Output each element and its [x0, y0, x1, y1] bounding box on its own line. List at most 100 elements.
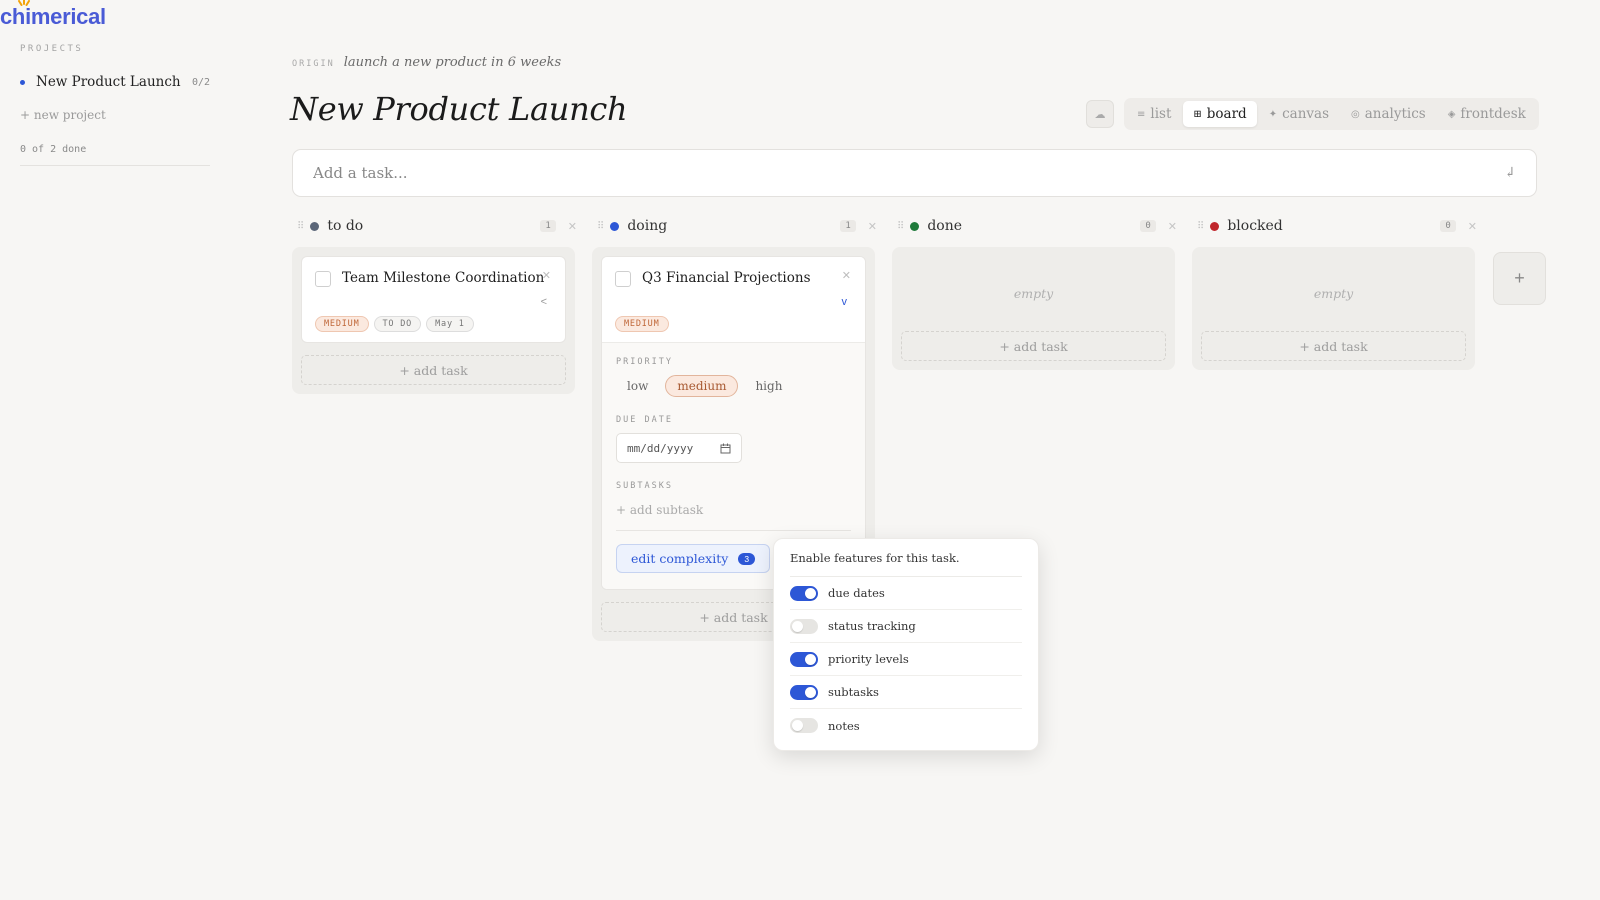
chevron-left-icon[interactable]: < [541, 296, 547, 308]
due-date-label: DUE DATE [616, 415, 673, 425]
feature-toggle-row[interactable]: priority levels [790, 643, 1022, 676]
task-card[interactable]: Team Milestone Coordination ✕ < MEDIUM T… [301, 256, 566, 343]
frontdesk-icon: ◈ [1447, 108, 1456, 120]
feature-toggle-row[interactable]: notes [790, 709, 1022, 742]
add-task-button[interactable]: + add task [1201, 331, 1466, 361]
tab-label: canvas [1282, 106, 1330, 122]
feature-toggle-row[interactable]: subtasks [790, 676, 1022, 709]
task-title[interactable]: Q3 Financial Projections [642, 270, 811, 286]
column-title[interactable]: doing [627, 218, 667, 234]
project-name: New Product Launch [36, 74, 181, 90]
tab-label: frontdesk [1460, 106, 1526, 122]
chevron-down-icon[interactable]: v [842, 296, 848, 308]
column-done: empty + add task [892, 247, 1175, 370]
drag-handle-icon[interactable]: ⠿ [897, 221, 904, 232]
toggle-label: notes [828, 718, 860, 733]
add-column-button[interactable]: + [1493, 252, 1546, 305]
task-checkbox[interactable] [315, 271, 331, 287]
empty-placeholder: empty [1313, 286, 1354, 301]
add-task-input[interactable] [313, 164, 1505, 182]
priority-option-low[interactable]: low [616, 376, 659, 396]
close-icon[interactable]: ✕ [842, 269, 851, 282]
column-header-todo: ⠿ to do 1 ✕ [297, 218, 577, 234]
page-title[interactable]: New Product Launch [290, 90, 628, 128]
new-project-button[interactable]: + new project [20, 108, 210, 122]
tab-label: analytics [1364, 106, 1426, 122]
view-tabs: ≡ list ⊞ board ✦ canvas ◎ analytics ◈ fr… [1124, 98, 1539, 130]
project-count: 0/2 [191, 76, 210, 88]
column-status-dot [1210, 221, 1220, 231]
priority-option-high[interactable]: high [744, 376, 793, 396]
feature-toggle-row[interactable]: due dates [790, 577, 1022, 610]
popover-title: Enable features for this task. [790, 551, 1022, 577]
column-count: 1 [840, 220, 856, 232]
priority-tag: MEDIUM [615, 316, 669, 332]
tab-list[interactable]: ≡ list [1127, 101, 1181, 127]
priority-label: PRIORITY [616, 357, 673, 367]
toggle-label: due dates [828, 586, 885, 600]
column-count: 1 [540, 220, 556, 232]
view-switcher: ☁ ≡ list ⊞ board ✦ canvas ◎ analytics ◈ … [1086, 98, 1539, 130]
origin-text[interactable]: launch a new product in 6 weeks [344, 55, 561, 70]
features-popover: Enable features for this task. due dates… [773, 538, 1039, 751]
toggle-switch[interactable] [790, 718, 818, 733]
column-title[interactable]: blocked [1227, 218, 1282, 234]
task-checkbox[interactable] [615, 271, 631, 287]
tab-analytics[interactable]: ◎ analytics [1341, 101, 1436, 127]
drag-handle-icon[interactable]: ⠿ [297, 221, 304, 232]
canvas-icon: ✦ [1268, 108, 1278, 120]
origin-line: ORIGIN launch a new product in 6 weeks [292, 55, 561, 70]
feature-toggle-row[interactable]: status tracking [790, 610, 1022, 643]
tab-frontdesk[interactable]: ◈ frontdesk [1438, 101, 1536, 127]
analytics-icon: ◎ [1351, 108, 1360, 120]
status-tag: TO DO [373, 316, 422, 332]
column-blocked: empty + add task [1192, 247, 1475, 370]
column-title[interactable]: to do [327, 218, 363, 234]
origin-label: ORIGIN [292, 59, 335, 69]
column-header-done: ⠿ done 0 ✕ [897, 218, 1177, 234]
edit-complexity-label: edit complexity [631, 551, 729, 566]
done-summary: 0 of 2 done [20, 144, 210, 166]
priority-option-medium[interactable]: medium [665, 375, 739, 397]
edit-complexity-button[interactable]: edit complexity 3 [616, 544, 771, 573]
priority-tag: MEDIUM [315, 316, 369, 332]
add-task-button[interactable]: + add task [301, 355, 566, 385]
tab-canvas[interactable]: ✦ canvas [1259, 101, 1339, 127]
toggle-switch[interactable] [790, 618, 818, 634]
tab-label: board [1206, 106, 1247, 122]
sidebar: PROJECTS New Product Launch 0/2 + new pr… [20, 44, 210, 166]
add-task-button[interactable]: + add task [901, 331, 1166, 361]
toggle-switch[interactable] [790, 651, 818, 667]
tab-board[interactable]: ⊞ board [1183, 101, 1257, 127]
cloud-icon[interactable]: ☁ [1086, 100, 1114, 128]
task-title[interactable]: Team Milestone Coordination [342, 270, 544, 286]
add-task-bar: ↲ [292, 149, 1537, 197]
priority-selector: low medium high [616, 375, 851, 397]
toggle-label: subtasks [828, 685, 879, 699]
column-title[interactable]: done [927, 218, 962, 234]
drag-handle-icon[interactable]: ⠿ [1197, 221, 1204, 232]
column-status-dot [610, 221, 620, 231]
task-card[interactable]: Q3 Financial Projections ✕ v MEDIUM [602, 257, 865, 343]
close-icon[interactable]: ✕ [1168, 220, 1177, 233]
close-icon[interactable]: ✕ [542, 269, 551, 282]
tab-label: list [1150, 106, 1172, 122]
column-count: 0 [1140, 220, 1156, 232]
complexity-count-badge: 3 [738, 552, 756, 565]
due-date-tag: May 1 [426, 316, 474, 332]
enter-icon[interactable]: ↲ [1504, 165, 1516, 181]
close-icon[interactable]: ✕ [568, 220, 577, 233]
date-placeholder: mm/dd/yyyy [627, 441, 694, 455]
close-icon[interactable]: ✕ [1468, 220, 1477, 233]
toggle-switch[interactable] [790, 585, 818, 601]
toggle-switch[interactable] [790, 684, 818, 700]
board-icon: ⊞ [1193, 108, 1202, 120]
drag-handle-icon[interactable]: ⠿ [597, 221, 604, 232]
logo-text: chimerical [0, 4, 106, 29]
calendar-icon[interactable] [720, 443, 731, 454]
due-date-input[interactable]: mm/dd/yyyy [616, 433, 742, 463]
column-status-dot [910, 221, 920, 231]
close-icon[interactable]: ✕ [868, 220, 877, 233]
add-subtask-button[interactable]: + add subtask [616, 503, 851, 531]
sidebar-item-project[interactable]: New Product Launch 0/2 [20, 74, 210, 90]
